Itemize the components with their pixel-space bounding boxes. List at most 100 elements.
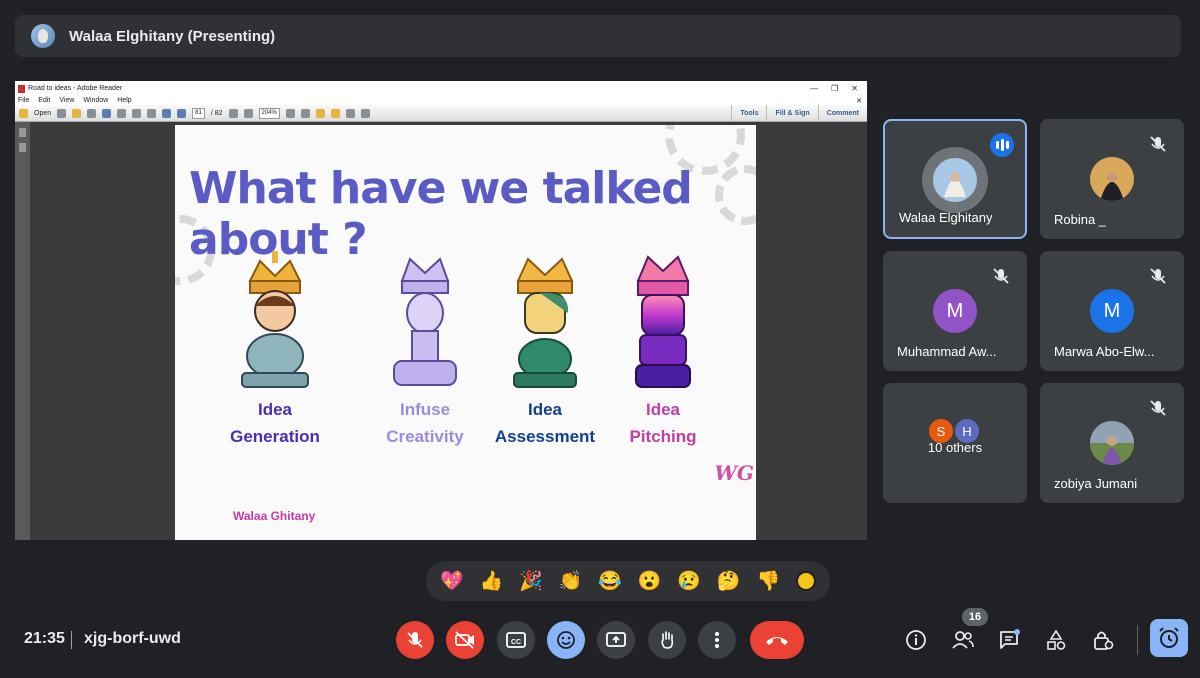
zoom-select[interactable]: 204% xyxy=(258,107,280,119)
reaction-laugh[interactable]: 😂 xyxy=(598,569,622,593)
open-button[interactable]: Open xyxy=(34,110,51,117)
skin-tone-selector[interactable] xyxy=(796,571,816,591)
wg-logo-text: WG xyxy=(714,461,754,485)
presenter-name: Walaa Elghitany (Presenting) xyxy=(69,27,276,45)
zoom-in-icon[interactable] xyxy=(243,108,253,118)
print-icon[interactable] xyxy=(57,108,67,118)
reaction-sad[interactable]: 😢 xyxy=(677,569,701,593)
info-icon xyxy=(906,630,926,650)
timer-button[interactable] xyxy=(1150,619,1188,657)
fullscreen-icon[interactable] xyxy=(345,108,355,118)
reader-titlebar: Road to ideas - Adobe Reader — ❐ ✕ xyxy=(15,81,867,96)
reaction-clap[interactable]: 👏 xyxy=(559,569,583,593)
edit-icon[interactable] xyxy=(87,108,97,118)
menu-window[interactable]: Window xyxy=(83,97,108,104)
piece-label-line2: Assessment xyxy=(494,427,596,446)
reaction-surprised[interactable]: 😮 xyxy=(638,569,662,593)
page-up-icon[interactable] xyxy=(162,108,172,118)
comment-icon[interactable] xyxy=(315,108,325,118)
tools-tab[interactable]: Tools xyxy=(731,105,766,121)
divider xyxy=(1137,625,1138,655)
open-folder-icon[interactable] xyxy=(19,108,28,118)
piece-label-line1: Idea xyxy=(645,400,681,419)
wg-logo: WG xyxy=(714,461,754,485)
leave-call-button[interactable] xyxy=(750,621,804,659)
upload-icon[interactable] xyxy=(102,108,112,118)
highlight-icon[interactable] xyxy=(330,108,340,118)
mic-off-icon xyxy=(1150,268,1166,284)
participant-tile-robina[interactable]: Robina _ xyxy=(1040,119,1184,239)
attachments-icon[interactable] xyxy=(19,143,26,152)
page-down-icon[interactable] xyxy=(177,108,187,118)
raise-hand-button[interactable] xyxy=(648,621,686,659)
participant-tile-muhammad[interactable]: M Muhammad Aw... xyxy=(883,251,1027,371)
piece-label-line2: Pitching xyxy=(629,427,697,446)
restore-icon[interactable]: ❐ xyxy=(831,84,838,93)
save-icon[interactable] xyxy=(117,108,127,118)
avatar-initial: M xyxy=(946,299,964,322)
pages-icon[interactable] xyxy=(19,128,26,137)
create-pdf-icon[interactable] xyxy=(72,108,82,118)
document-close-icon[interactable]: ✕ xyxy=(856,97,867,105)
fit-page-icon[interactable] xyxy=(285,108,295,118)
close-icon[interactable]: ✕ xyxy=(851,84,858,93)
participant-tile-marwa[interactable]: M Marwa Abo-Elw... xyxy=(1040,251,1184,371)
menu-file[interactable]: File xyxy=(18,97,29,104)
chat-icon xyxy=(1000,629,1020,649)
more-options-button[interactable] xyxy=(698,621,736,659)
queen-piece-icon xyxy=(241,251,309,388)
presenter-avatar xyxy=(31,24,55,48)
profile-photo-icon xyxy=(922,147,988,213)
participant-name: zobiya Jumani xyxy=(1054,476,1138,491)
profile-photo-icon xyxy=(1090,157,1134,201)
people-icon xyxy=(952,631,974,649)
fit-width-icon[interactable] xyxy=(300,108,310,118)
participant-tile-walaa[interactable]: Walaa Elghitany xyxy=(883,119,1027,239)
divider xyxy=(71,631,72,649)
captions-button[interactable]: CC xyxy=(497,621,535,659)
reaction-thinking[interactable]: 🤔 xyxy=(717,569,741,593)
chat-button[interactable] xyxy=(995,626,1023,654)
activities-button[interactable] xyxy=(1042,626,1070,654)
meeting-details-button[interactable] xyxy=(902,626,930,654)
presentation-slide: What have we talked about ? Idea Generat… xyxy=(175,125,756,540)
avatar-initial: M xyxy=(1103,299,1121,322)
meeting-code: xjg-borf-uwd xyxy=(84,630,181,647)
menu-view[interactable]: View xyxy=(59,97,74,104)
svg-text:CC: CC xyxy=(511,639,521,646)
reaction-party[interactable]: 🎉 xyxy=(519,569,543,593)
minimize-icon[interactable]: — xyxy=(810,84,818,93)
camera-toggle-button[interactable] xyxy=(446,621,484,659)
piece-label-line1: Infuse xyxy=(399,400,451,419)
read-mode-icon[interactable] xyxy=(360,108,370,118)
menu-help[interactable]: Help xyxy=(117,97,131,104)
reaction-thumbs-down[interactable]: 👎 xyxy=(756,569,780,593)
piece-label-line1: Idea xyxy=(257,400,293,419)
clock: 21:35 xyxy=(24,630,65,647)
comment-tab[interactable]: Comment xyxy=(817,105,867,121)
more-vert-icon xyxy=(715,632,719,648)
mic-off-icon xyxy=(993,268,1009,284)
host-controls-button[interactable] xyxy=(1089,626,1117,654)
email-icon[interactable] xyxy=(147,108,157,118)
avatar: M xyxy=(1090,289,1134,333)
reaction-heart[interactable]: 💖 xyxy=(440,569,464,593)
avatar xyxy=(1090,157,1134,201)
reaction-thumbs-up[interactable]: 👍 xyxy=(480,569,504,593)
avatar xyxy=(922,147,988,213)
page-number-input[interactable]: 81 xyxy=(192,107,205,119)
pdf-icon xyxy=(18,84,25,93)
reactions-button[interactable] xyxy=(547,621,585,659)
piece-idea-pitching: Idea Pitching xyxy=(603,251,723,450)
present-screen-button[interactable] xyxy=(597,621,635,659)
people-button[interactable] xyxy=(949,626,977,654)
fill-sign-tab[interactable]: Fill & Sign xyxy=(766,105,817,121)
menu-edit[interactable]: Edit xyxy=(38,97,50,104)
mic-toggle-button[interactable] xyxy=(396,621,434,659)
zoom-out-icon[interactable] xyxy=(228,108,238,118)
king-piece-icon xyxy=(513,257,577,388)
printer-icon[interactable] xyxy=(132,108,142,118)
slide-title: What have we talked about ? xyxy=(189,163,693,265)
participant-tile-zobiya[interactable]: zobiya Jumani xyxy=(1040,383,1184,503)
participant-tile-others[interactable]: S H 10 others xyxy=(883,383,1027,503)
